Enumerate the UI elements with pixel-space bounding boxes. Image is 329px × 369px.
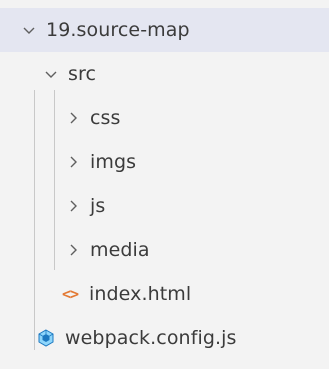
tree-item-file-index-html[interactable]: <> index.html bbox=[0, 272, 329, 316]
folder-label: 19.source-map bbox=[46, 19, 190, 41]
chevron-right-icon bbox=[62, 239, 84, 261]
folder-label: js bbox=[90, 195, 106, 217]
chevron-right-icon bbox=[62, 107, 84, 129]
tree-item-folder-css[interactable]: css bbox=[0, 96, 329, 140]
tree-item-folder-media[interactable]: media bbox=[0, 228, 329, 272]
folder-label: src bbox=[68, 63, 97, 85]
folder-label: css bbox=[90, 107, 121, 129]
chevron-right-icon bbox=[62, 151, 84, 173]
tree-item-root-folder[interactable]: 19.source-map bbox=[0, 8, 329, 52]
tree-item-folder-js[interactable]: js bbox=[0, 184, 329, 228]
tree-item-src-folder[interactable]: src bbox=[0, 52, 329, 96]
chevron-right-icon bbox=[62, 195, 84, 217]
folder-label: media bbox=[90, 239, 150, 261]
chevron-down-icon bbox=[40, 63, 62, 85]
html-file-icon: <> bbox=[61, 285, 79, 303]
file-label: index.html bbox=[89, 283, 192, 305]
webpack-icon bbox=[36, 328, 56, 348]
folder-label: imgs bbox=[90, 151, 137, 173]
tree-item-folder-imgs[interactable]: imgs bbox=[0, 140, 329, 184]
file-explorer-tree: 19.source-map src css imgs js media <> i… bbox=[0, 0, 329, 369]
tree-item-file-webpack-config[interactable]: webpack.config.js bbox=[0, 316, 329, 360]
file-label: webpack.config.js bbox=[65, 327, 237, 349]
chevron-down-icon bbox=[18, 19, 40, 41]
